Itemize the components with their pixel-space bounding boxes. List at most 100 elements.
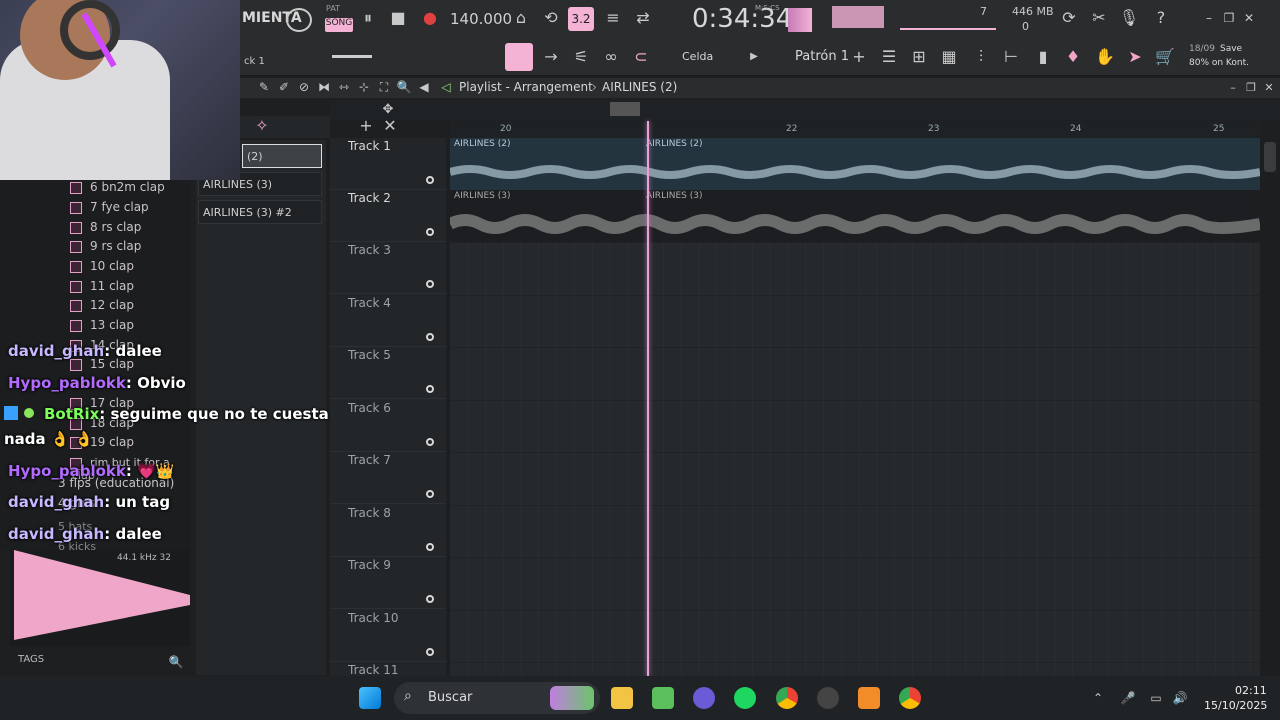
- help-icon[interactable]: ?: [1150, 8, 1172, 28]
- track-mute-dot[interactable]: [426, 333, 434, 341]
- mixer-icon[interactable]: ⫶: [970, 47, 992, 67]
- clock-time[interactable]: 02:11: [1235, 684, 1267, 697]
- add-track-icon[interactable]: +: [356, 116, 376, 136]
- playlist-button[interactable]: [505, 43, 533, 71]
- play-pattern-icon[interactable]: ▶: [745, 47, 763, 67]
- track-header[interactable]: Track 6: [330, 400, 446, 452]
- browser-item[interactable]: 12 clap: [70, 298, 134, 312]
- select-icon[interactable]: ⊹: [356, 77, 372, 97]
- vertical-scrollbar[interactable]: [1260, 138, 1280, 678]
- track-header[interactable]: Track 1: [330, 138, 446, 190]
- track-header[interactable]: Track 8: [330, 505, 446, 557]
- wait-icon[interactable]: ≡: [602, 8, 624, 28]
- android-app-icon[interactable]: [652, 687, 674, 709]
- track-header[interactable]: Track 7: [330, 452, 446, 504]
- touch-icon[interactable]: ✋: [1094, 47, 1116, 67]
- settings-icon[interactable]: [817, 687, 839, 709]
- cart-icon[interactable]: 🛒: [1154, 47, 1176, 67]
- browser-item[interactable]: 11 clap: [70, 279, 134, 293]
- magnet-icon[interactable]: ⊂: [630, 47, 652, 67]
- blend-icon[interactable]: ⇄: [632, 8, 654, 28]
- chrome-profile-icon[interactable]: [899, 687, 921, 709]
- track-mute-dot[interactable]: [426, 543, 434, 551]
- track-mute-dot[interactable]: [426, 595, 434, 603]
- pattern-item[interactable]: (2): [242, 144, 322, 168]
- track-mute-dot[interactable]: [426, 438, 434, 446]
- clock-date[interactable]: 15/10/2025: [1204, 699, 1267, 712]
- track-mute-dot[interactable]: [426, 280, 434, 288]
- paint-icon[interactable]: ✐: [276, 77, 292, 97]
- minimize-icon[interactable]: –: [1200, 8, 1218, 28]
- playlist-grid[interactable]: AIRLINES (2) AIRLINES (2) AIRLINES (3) A…: [450, 138, 1260, 678]
- pattern-list-icon[interactable]: ☰: [878, 47, 900, 67]
- track-header[interactable]: Track 2: [330, 190, 446, 242]
- browser-icon[interactable]: ⊢: [1000, 47, 1022, 67]
- zoom-icon[interactable]: 🔍: [396, 77, 412, 97]
- playlist-restore-icon[interactable]: ❐: [1244, 78, 1258, 98]
- overview-scroll-handle[interactable]: [610, 102, 640, 116]
- pattern-item[interactable]: AIRLINES (3) #2: [198, 200, 322, 224]
- tray-volume-icon[interactable]: 🔊: [1172, 688, 1188, 708]
- timeline-ruler[interactable]: 20 22 23 24 25: [450, 121, 1260, 138]
- refresh-icon[interactable]: ⟳: [1058, 8, 1080, 28]
- tray-mic-icon[interactable]: 🎤: [1120, 688, 1136, 708]
- browser-item[interactable]: 10 clap: [70, 259, 134, 273]
- plugin-icon[interactable]: ▮: [1032, 47, 1054, 67]
- stop-icon[interactable]: ■: [388, 8, 408, 28]
- microphone-icon[interactable]: 🎙: [1118, 8, 1140, 28]
- tray-network-icon[interactable]: ▭: [1148, 688, 1164, 708]
- arrow-right-icon[interactable]: →: [540, 47, 562, 67]
- browser-item[interactable]: 9 rs clap: [69, 239, 141, 253]
- brush-icon[interactable]: ⚟: [570, 47, 592, 67]
- track-header[interactable]: Track 4: [330, 295, 446, 347]
- playhead[interactable]: [647, 121, 649, 676]
- plugin-picker-icon[interactable]: ♦: [1062, 47, 1084, 67]
- taskbar-search[interactable]: ⌕ Buscar: [394, 682, 600, 714]
- playlist-close-icon[interactable]: ✕: [1262, 78, 1276, 98]
- link-icon[interactable]: ∞: [600, 47, 622, 67]
- track-header[interactable]: Track 5: [330, 347, 446, 399]
- track-header[interactable]: Track 3: [330, 242, 446, 294]
- browser-item[interactable]: 7 fye clap: [70, 200, 149, 214]
- step-edit-button[interactable]: 3.2: [568, 7, 594, 31]
- track-mute-dot[interactable]: [426, 385, 434, 393]
- track-mute-dot[interactable]: [426, 490, 434, 498]
- fl-studio-icon[interactable]: [858, 687, 880, 709]
- scrollbar-thumb[interactable]: [1264, 142, 1276, 172]
- channel-rack-icon[interactable]: ⊞: [908, 47, 930, 67]
- metronome-icon[interactable]: ⌂: [510, 8, 532, 28]
- tray-expand-icon[interactable]: ⌃: [1090, 688, 1106, 708]
- add-pattern-icon[interactable]: +: [850, 47, 868, 67]
- audio-clip[interactable]: AIRLINES (2) AIRLINES (2): [450, 138, 1260, 190]
- slip-icon[interactable]: ⇿: [336, 77, 352, 97]
- messenger-icon[interactable]: [693, 687, 715, 709]
- track-header[interactable]: Track 9: [330, 557, 446, 609]
- playback-icon[interactable]: ◀: [416, 77, 432, 97]
- tempo[interactable]: 140.000: [450, 10, 512, 28]
- track-mute-dot[interactable]: [426, 176, 434, 184]
- track-mute-dot[interactable]: [426, 648, 434, 656]
- arrow-left-icon[interactable]: ◁: [438, 77, 454, 97]
- remove-track-icon[interactable]: ✕: [380, 116, 400, 136]
- tool-icon[interactable]: ➤: [1124, 47, 1146, 67]
- browser-item[interactable]: 6 bn2m clap: [70, 180, 165, 194]
- pencil-icon[interactable]: ✎: [256, 77, 272, 97]
- spotify-icon[interactable]: [734, 687, 756, 709]
- close-icon[interactable]: ✕: [1240, 8, 1258, 28]
- cut-icon[interactable]: ✂: [1088, 8, 1110, 28]
- audio-clip[interactable]: AIRLINES (3) AIRLINES (3): [450, 190, 1260, 242]
- master-pitch-slider[interactable]: [332, 55, 372, 58]
- file-explorer-icon[interactable]: [611, 687, 633, 709]
- windows-start-icon[interactable]: [359, 687, 381, 709]
- track-header[interactable]: Track 10: [330, 610, 446, 662]
- browser-item[interactable]: 13 clap: [70, 318, 134, 332]
- track-mute-dot[interactable]: [426, 228, 434, 236]
- loop-icon[interactable]: ⟲: [540, 8, 562, 28]
- chrome-icon[interactable]: [776, 687, 798, 709]
- picker-icon[interactable]: ✧: [252, 116, 272, 136]
- mode-song[interactable]: SONG: [325, 18, 353, 32]
- pattern-selector[interactable]: Patrón 1: [795, 49, 849, 64]
- playlist-minimize-icon[interactable]: –: [1226, 78, 1240, 98]
- restore-icon[interactable]: ❐: [1220, 8, 1238, 28]
- zoom-fit-icon[interactable]: ⛶: [376, 77, 392, 97]
